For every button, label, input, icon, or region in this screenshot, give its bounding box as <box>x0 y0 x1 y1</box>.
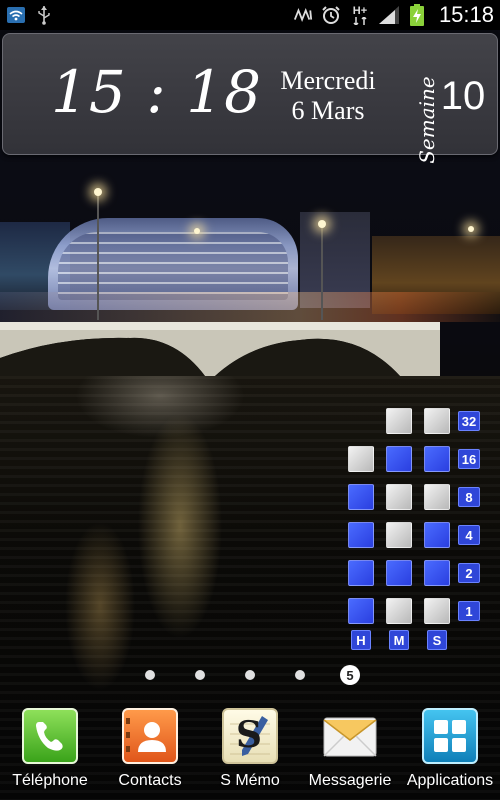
binary-weight-label: 2 <box>458 563 480 583</box>
binary-col-label-seconds: S <box>427 630 447 650</box>
bridge-graphic <box>0 322 440 376</box>
binary-cell <box>424 522 450 548</box>
app-dock: Téléphone Contacts S S Mémo Messagerie A… <box>0 700 500 800</box>
binary-cell <box>348 598 374 624</box>
page-dot[interactable] <box>195 670 205 680</box>
dock-app-label: S Mémo <box>220 772 280 789</box>
binary-cell <box>386 408 412 434</box>
binary-cell <box>386 522 412 548</box>
binary-cell <box>348 560 374 586</box>
clock-time: 15 : 18 <box>51 58 263 126</box>
binary-weight-label: 1 <box>458 601 480 621</box>
dock-app-phone[interactable]: Téléphone <box>0 704 100 800</box>
binary-cell <box>386 484 412 510</box>
battery-charging-icon <box>407 4 427 26</box>
contacts-icon <box>122 708 178 764</box>
page-dot[interactable] <box>245 670 255 680</box>
binary-cell <box>424 560 450 586</box>
dock-app-label: Contacts <box>118 772 182 789</box>
binary-weight-label: 32 <box>458 411 480 431</box>
signal-icon <box>378 5 399 25</box>
page-indicator[interactable]: 5 <box>0 664 500 686</box>
binary-weight-label: 8 <box>458 487 480 507</box>
dock-app-messaging[interactable]: Messagerie <box>300 704 400 800</box>
page-dot[interactable] <box>295 670 305 680</box>
status-bar-time: 15:18 <box>438 2 494 27</box>
binary-clock-widget[interactable]: 32 16 8 4 2 1 H M S <box>340 400 500 660</box>
dock-app-s-memo[interactable]: S S Mémo <box>200 704 300 800</box>
binary-cell <box>424 484 450 510</box>
alarm-icon <box>321 5 341 25</box>
binary-cell <box>386 560 412 586</box>
clock-date: 6 Mars <box>291 96 365 125</box>
binary-col-label-hours: H <box>351 630 371 650</box>
binary-cell <box>348 522 374 548</box>
dock-app-applications[interactable]: Applications <box>400 704 500 800</box>
page-dot[interactable] <box>145 670 155 680</box>
binary-weight-label: 4 <box>458 525 480 545</box>
page-dot-current[interactable]: 5 <box>340 665 360 685</box>
apps-grid-icon <box>422 708 478 764</box>
clock-day: Mercredi <box>280 66 376 95</box>
dock-app-contacts[interactable]: Contacts <box>100 704 200 800</box>
clock-widget[interactable]: 15 : 18 Mercredi 6 Mars Semaine 10 <box>2 33 498 164</box>
status-bar: H+ 15:18 <box>0 0 500 30</box>
binary-cell <box>424 446 450 472</box>
usb-icon <box>34 5 54 25</box>
binary-cell <box>386 598 412 624</box>
binary-weight-label: 16 <box>458 449 480 469</box>
binary-cell <box>348 446 374 472</box>
s-memo-glyph: S <box>236 714 262 756</box>
dock-app-label: Applications <box>406 772 494 789</box>
dock-app-label: Téléphone <box>12 772 88 789</box>
hspa-plus-icon: H+ <box>349 5 371 25</box>
s-memo-icon: S <box>222 708 278 764</box>
nfc-icon <box>293 5 313 25</box>
messaging-icon <box>322 708 378 764</box>
binary-cell <box>424 408 450 434</box>
wifi-icon <box>6 5 26 25</box>
binary-cell <box>386 446 412 472</box>
dock-app-label: Messagerie <box>308 772 392 789</box>
binary-cell <box>348 484 374 510</box>
binary-cell <box>424 598 450 624</box>
phone-icon <box>22 708 78 764</box>
clock-week-number: 10 <box>440 74 486 118</box>
binary-col-label-minutes: M <box>389 630 409 650</box>
